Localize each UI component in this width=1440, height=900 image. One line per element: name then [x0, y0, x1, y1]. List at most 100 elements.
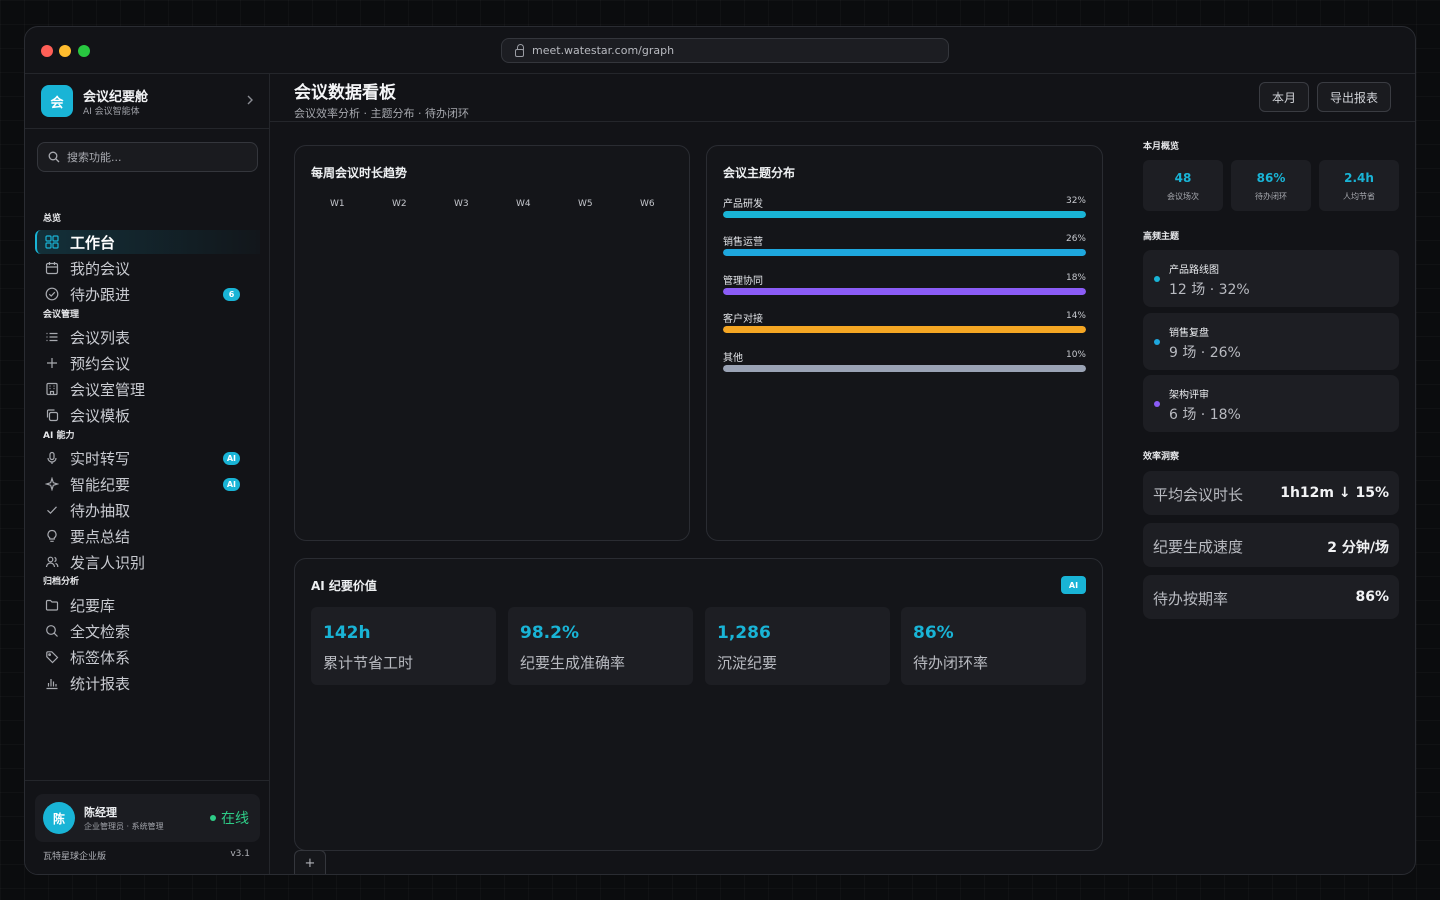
sidebar-item-room-management[interactable]: 会议室管理	[35, 377, 260, 401]
minimize-window-button[interactable]	[59, 45, 71, 57]
sidebar-item-workbench[interactable]: 工作台	[35, 230, 260, 254]
sidebar-item-label: 实时转写	[70, 449, 131, 468]
sidebar-item-todo-follow[interactable]: 待办跟进 6	[35, 282, 260, 306]
edition-label: 瓦特星球企业版	[43, 852, 107, 862]
chevron-right-icon	[247, 95, 253, 105]
sidebar-item-tag-system[interactable]: 标签体系	[35, 645, 260, 669]
value-number: 98.2%	[520, 623, 579, 643]
brand-name: 会议纪要舱	[83, 90, 149, 105]
nav-group-title: AI 能力	[43, 431, 75, 441]
topic-bar-track	[723, 326, 1086, 333]
sidebar-item-label: 会议列表	[70, 328, 131, 347]
value-number: 142h	[323, 623, 371, 643]
sidebar-item-stat-reports[interactable]: 统计报表	[35, 671, 260, 695]
topic-row: 客户对接 14%	[723, 310, 1086, 334]
calendar-icon	[44, 260, 60, 276]
efficiency-label: 待办按期率	[1153, 590, 1229, 608]
panel-title: 每周会议时长趋势	[311, 166, 408, 180]
list-icon	[44, 329, 60, 345]
address-bar[interactable]: meet.watestar.com/graph	[501, 38, 949, 63]
hot-topic-name: 产品路线图	[1169, 265, 1219, 276]
value-label: 累计节省工时	[323, 654, 414, 672]
sidebar-item-key-points[interactable]: 要点总结	[35, 524, 260, 548]
topic-bar-fill	[723, 326, 1086, 333]
tag-icon	[44, 649, 60, 665]
sidebar-item-meeting-list[interactable]: 会议列表	[35, 325, 260, 349]
sidebar-item-label: 待办跟进	[70, 285, 131, 304]
sidebar-item-my-meetings[interactable]: 我的会议	[35, 256, 260, 280]
topic-name: 客户对接	[723, 314, 763, 325]
value-label: 纪要生成准确率	[520, 654, 626, 672]
maximize-window-button[interactable]	[78, 45, 90, 57]
copy-icon	[44, 407, 60, 423]
sidebar-item-label: 标签体系	[70, 648, 131, 667]
stat-value: 48	[1174, 171, 1192, 185]
sidebar-item-label: 会议室管理	[70, 380, 146, 399]
hot-topic-name: 架构评审	[1169, 390, 1209, 401]
page-title: 会议数据看板	[294, 83, 396, 103]
search-input[interactable]	[67, 150, 247, 164]
topic-bar-track	[723, 211, 1086, 218]
sidebar-item-fulltext-search[interactable]: 全文检索	[35, 619, 260, 643]
stat-value: 2.4h	[1344, 171, 1374, 185]
week-label: W2	[392, 199, 407, 209]
sidebar-item-label: 会议模板	[70, 406, 131, 425]
hot-topic-card[interactable]: 产品路线图 12 场 · 32%	[1143, 250, 1399, 307]
topic-percent: 18%	[1065, 273, 1086, 283]
topic-row: 产品研发 32%	[723, 195, 1086, 219]
user-card[interactable]: 陈 陈经理 企业管理员 · 系统管理 在线	[35, 794, 260, 842]
sidebar-item-todo-extract[interactable]: 待办抽取	[35, 498, 260, 522]
mic-icon	[44, 450, 60, 466]
value-card: 142h 累计节省工时	[311, 607, 496, 685]
efficiency-card: 平均会议时长 1h12m ↓ 15%	[1143, 471, 1399, 515]
topic-row: 销售运营 26%	[723, 233, 1086, 257]
sidebar-item-speaker-id[interactable]: 发言人识别	[35, 550, 260, 574]
close-window-button[interactable]	[41, 45, 53, 57]
stat-card: 2.4h 人均节省	[1319, 160, 1399, 211]
ai-badge: AI	[222, 452, 240, 465]
month-filter-button[interactable]: 本月	[1259, 82, 1309, 112]
divider	[25, 128, 270, 129]
hot-topic-card[interactable]: 架构评审 6 场 · 18%	[1143, 375, 1399, 432]
topic-percent: 14%	[1065, 311, 1086, 321]
brand-switcher[interactable]: 会 会议纪要舱 AI 会议智能体	[41, 85, 256, 119]
stat-value: 86%	[1256, 171, 1286, 185]
users-icon	[44, 554, 60, 570]
value-card: 1,286 沉淀纪要	[705, 607, 890, 685]
sidebar-item-book-meeting[interactable]: 预约会议	[35, 351, 260, 375]
page-header: 会议数据看板 会议效率分析 · 主题分布 · 待办闭环 本月 导出报表	[270, 74, 1415, 122]
search-box[interactable]	[37, 142, 258, 172]
nav-group-title: 总览	[43, 214, 62, 224]
avatar: 陈	[43, 802, 75, 834]
search-icon	[44, 623, 60, 639]
sidebar-item-minutes-library[interactable]: 纪要库	[35, 593, 260, 617]
topic-row: 其他 10%	[723, 349, 1086, 373]
bar-chart-icon	[44, 675, 60, 691]
bulb-icon	[44, 528, 60, 544]
sidebar-item-live-transcribe[interactable]: 实时转写 AI	[35, 446, 260, 470]
export-report-button[interactable]: 导出报表	[1317, 82, 1391, 112]
sidebar-item-label: 发言人识别	[70, 553, 146, 572]
sidebar-item-smart-minutes[interactable]: 智能纪要 AI	[35, 472, 260, 496]
efficiency-value: 1h12m ↓ 15%	[1280, 485, 1389, 501]
sidebar-item-templates[interactable]: 会议模板	[35, 403, 260, 427]
section-title: 本月概览	[1143, 142, 1180, 152]
topic-name: 产品研发	[723, 199, 763, 210]
app-window: meet.watestar.com/graph 会 会议纪要舱 AI 会议智能体…	[24, 26, 1416, 875]
efficiency-label: 纪要生成速度	[1153, 538, 1244, 556]
sidebar-item-label: 我的会议	[70, 259, 131, 278]
efficiency-value: 86%	[1355, 589, 1389, 605]
status-badge: 在线	[210, 808, 249, 828]
version-label: v3.1	[230, 849, 250, 859]
user-role: 企业管理员 · 系统管理	[84, 822, 164, 831]
check-icon	[44, 502, 60, 518]
hot-topic-card[interactable]: 销售复盘 9 场 · 26%	[1143, 313, 1399, 370]
sidebar: 会 会议纪要舱 AI 会议智能体 总览 工作台 我的会议 待办跟进 6 会议管理…	[25, 74, 270, 874]
stat-card: 86% 待办闭环	[1231, 160, 1311, 211]
hot-topic-meta: 6 场 · 18%	[1169, 407, 1241, 423]
stat-label: 会议场次	[1167, 192, 1199, 201]
brand-subtitle: AI 会议智能体	[83, 107, 140, 117]
add-widget-button[interactable]: +	[294, 850, 326, 874]
url-text: meet.watestar.com/graph	[532, 44, 675, 57]
topic-name: 其他	[723, 353, 743, 364]
